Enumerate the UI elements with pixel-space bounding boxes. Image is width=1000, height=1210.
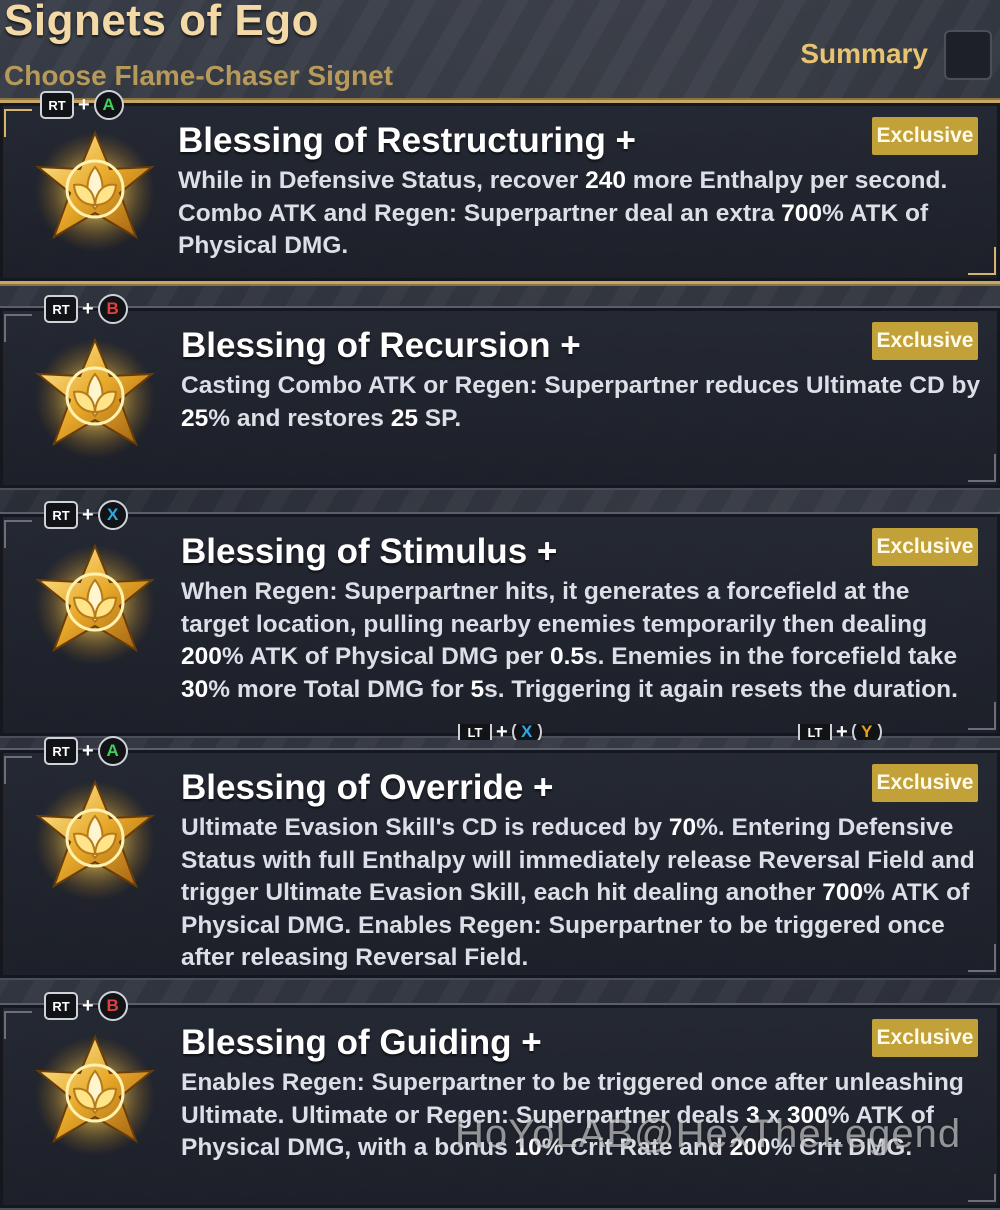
card-title: Blessing of Restructuring + <box>178 121 636 160</box>
exclusive-badge: Exclusive <box>872 1019 978 1057</box>
signet-emblem-icon <box>33 1034 157 1158</box>
card-title: Blessing of Guiding + <box>181 1023 542 1062</box>
card-description: While in Defensive Status, recover 240 m… <box>178 167 948 259</box>
combo-plus: + <box>82 503 94 526</box>
signet-emblem-icon <box>33 130 157 254</box>
lt-trigger-icon: LT <box>798 724 832 740</box>
signet-card-recursion[interactable]: Blessing of Recursion + Exclusive Castin… <box>0 306 1000 490</box>
signet-emblem-icon <box>33 337 157 461</box>
a-button-icon: A <box>97 736 128 766</box>
combo-plus: + <box>82 297 94 320</box>
combo-plus: + <box>496 724 508 740</box>
rt-trigger-icon: RT <box>44 992 78 1020</box>
card-description: Casting Combo ATK or Regen: Superpartner… <box>181 372 981 432</box>
combo-plus: + <box>78 93 90 116</box>
combo-plus: + <box>836 724 848 740</box>
signet-emblem-icon <box>33 543 157 667</box>
rt-trigger-icon: RT <box>44 501 78 529</box>
combo-hint: RT + A <box>44 736 128 766</box>
exclusive-badge: Exclusive <box>872 117 978 155</box>
page-subtitle: Choose Flame-Chaser Signet <box>4 60 393 91</box>
summary-label[interactable]: Summary <box>800 38 928 70</box>
rt-trigger-icon: RT <box>44 737 78 765</box>
signet-card-guiding[interactable]: Blessing of Guiding + Exclusive Enables … <box>0 1003 1000 1210</box>
a-button-icon: A <box>93 90 124 120</box>
lt-trigger-icon: LT <box>458 724 492 740</box>
combo-plus: + <box>82 739 94 762</box>
rt-trigger-icon: RT <box>40 91 74 119</box>
card-description: When Regen: Superpartner hits, it genera… <box>181 578 958 703</box>
combo-hint-partial: LT + X <box>458 724 542 740</box>
signet-card-override[interactable]: Blessing of Override + Exclusive Ultimat… <box>0 748 1000 980</box>
exclusive-badge: Exclusive <box>872 528 978 566</box>
card-description: Ultimate Evasion Skill's CD is reduced b… <box>181 814 975 971</box>
combo-hint: RT + X <box>44 500 128 530</box>
combo-hint: RT + A <box>40 90 124 120</box>
rt-trigger-icon: RT <box>44 295 78 323</box>
b-button-icon: B <box>97 294 128 324</box>
card-title: Blessing of Stimulus + <box>181 532 558 571</box>
card-title: Blessing of Recursion + <box>181 326 581 365</box>
combo-hint: RT + B <box>44 991 128 1021</box>
x-button-icon: X <box>511 724 542 740</box>
combo-hint-partial: LT + Y <box>798 724 882 740</box>
exclusive-badge: Exclusive <box>872 322 978 360</box>
y-button-icon: Y <box>851 724 882 740</box>
combo-plus: + <box>82 994 94 1017</box>
b-button-icon: B <box>97 991 128 1021</box>
page-title: Signets of Ego <box>4 0 319 45</box>
watermark: HoYoLAB@HexTheLegend <box>455 1112 962 1156</box>
header: Signets of Ego Choose Flame-Chaser Signe… <box>0 0 1000 100</box>
card-title: Blessing of Override + <box>181 768 554 807</box>
signet-emblem-icon <box>33 779 157 903</box>
combo-hint: RT + B <box>44 294 128 324</box>
signet-card-restructuring[interactable]: Blessing of Restructuring + Exclusive Wh… <box>0 100 1000 284</box>
x-button-icon: X <box>97 500 128 530</box>
exclusive-badge: Exclusive <box>872 764 978 802</box>
summary-button[interactable] <box>944 30 992 80</box>
signet-card-stimulus[interactable]: Blessing of Stimulus + Exclusive When Re… <box>0 512 1000 738</box>
